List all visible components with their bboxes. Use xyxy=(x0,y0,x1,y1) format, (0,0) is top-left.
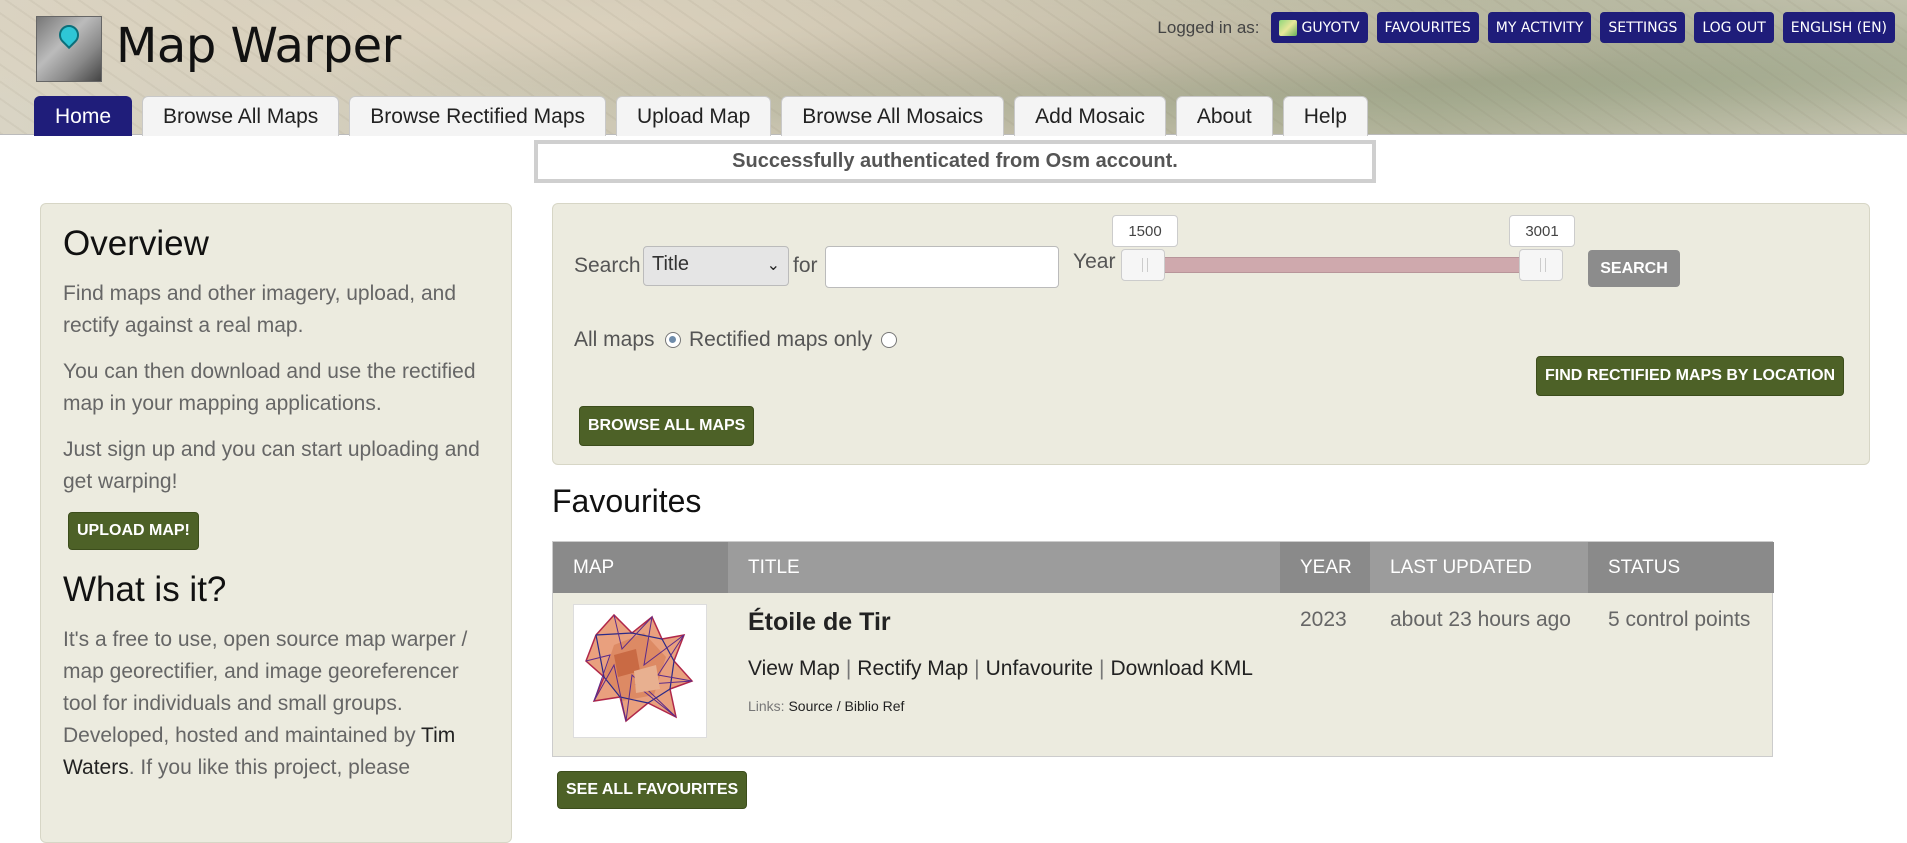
map-status: 5 control points xyxy=(1608,608,1751,631)
user-bar: Logged in as: GUYOTV FAVOURITES MY ACTIV… xyxy=(1157,12,1895,43)
column-header-status[interactable]: STATUS xyxy=(1588,542,1774,593)
tab-add-mosaic[interactable]: Add Mosaic xyxy=(1014,96,1166,136)
chevron-down-icon: ⌄ xyxy=(766,257,780,274)
map-thumbnail-image xyxy=(585,613,694,723)
year-label: Year xyxy=(1073,250,1116,273)
year-min-handle[interactable] xyxy=(1121,249,1165,281)
unfavourite-link[interactable]: Unfavourite xyxy=(986,657,1093,680)
column-header-title: TITLE xyxy=(728,542,1280,593)
language-button[interactable]: ENGLISH (EN) xyxy=(1782,12,1895,43)
column-header-map: MAP xyxy=(553,542,728,593)
search-field-select[interactable]: Title ⌄ xyxy=(643,246,789,286)
rectify-map-link[interactable]: Rectify Map xyxy=(857,657,968,680)
rectified-only-radio[interactable] xyxy=(881,332,897,348)
what-is-it-text-part: It's a free to use, open source map warp… xyxy=(63,628,468,747)
favourites-table: MAP TITLE YEAR LAST UPDATED STATUS Étoil… xyxy=(552,541,1774,757)
browse-all-maps-button[interactable]: BROWSE ALL MAPS xyxy=(579,406,755,446)
overview-text-2: You can then download and use the rectif… xyxy=(63,360,476,415)
year-max-handle[interactable] xyxy=(1519,249,1563,281)
site-title[interactable]: Map Warper xyxy=(116,18,401,74)
link-separator: | xyxy=(1099,657,1105,680)
search-panel: Search Title ⌄ for Year 1500 3001 SEARCH… xyxy=(552,203,1870,465)
select-value: Title xyxy=(652,253,690,275)
tab-upload-map[interactable]: Upload Map xyxy=(616,96,772,136)
find-by-location-button[interactable]: FIND RECTIFIED MAPS BY LOCATION xyxy=(1536,356,1845,396)
tab-browse-all-maps[interactable]: Browse All Maps xyxy=(142,96,340,136)
map-external-links: Links: Source / Biblio Ref xyxy=(748,698,904,714)
user-profile-button[interactable]: GUYOTV xyxy=(1270,12,1368,43)
site-header: Map Warper Logged in as: GUYOTV FAVOURIT… xyxy=(0,0,1907,136)
column-header-year[interactable]: YEAR xyxy=(1280,542,1370,593)
map-title-link[interactable]: Étoile de Tir xyxy=(748,608,891,637)
search-input[interactable] xyxy=(825,246,1059,288)
column-header-last-updated[interactable]: LAST UPDATED xyxy=(1370,542,1588,593)
favourites-heading: Favourites xyxy=(552,483,702,519)
search-button[interactable]: SEARCH xyxy=(1588,250,1680,287)
for-label: for xyxy=(793,254,818,277)
source-link[interactable]: Source / Biblio Ref xyxy=(788,698,904,714)
map-pin-icon xyxy=(54,20,84,50)
tab-home[interactable]: Home xyxy=(34,96,133,136)
flash-message: Successfully authenticated from Osm acco… xyxy=(534,140,1376,183)
overview-heading: Overview xyxy=(63,224,209,263)
see-all-favourites-button[interactable]: SEE ALL FAVOURITES xyxy=(557,771,748,809)
links-label: Links: xyxy=(748,698,785,714)
map-year: 2023 xyxy=(1300,608,1347,631)
year-min-value: 1500 xyxy=(1112,215,1178,247)
all-maps-label: All maps xyxy=(574,328,655,351)
settings-button[interactable]: SETTINGS xyxy=(1600,12,1686,43)
upload-map-button[interactable]: UPLOAD MAP! xyxy=(68,512,199,550)
year-max-value: 3001 xyxy=(1509,215,1575,247)
map-last-updated: about 23 hours ago xyxy=(1390,608,1571,631)
rectified-only-label: Rectified maps only xyxy=(689,328,873,351)
tab-browse-rectified-maps[interactable]: Browse Rectified Maps xyxy=(349,96,607,136)
tab-help[interactable]: Help xyxy=(1282,96,1368,136)
overview-text-1: Find maps and other imagery, upload, and… xyxy=(63,282,457,337)
map-action-links: View Map | Rectify Map | Unfavourite | Downloa… xyxy=(748,657,1253,681)
link-separator: | xyxy=(974,657,980,680)
map-icon xyxy=(1278,19,1297,36)
search-label: Search xyxy=(574,254,641,277)
my-activity-button[interactable]: MY ACTIVITY xyxy=(1487,12,1592,43)
all-maps-radio[interactable] xyxy=(665,332,681,348)
logged-in-label: Logged in as: xyxy=(1157,17,1260,37)
download-kml-link[interactable]: Download KML xyxy=(1111,657,1253,680)
view-map-link[interactable]: View Map xyxy=(748,657,840,680)
overview-sidebar: Overview Find maps and other imagery, up… xyxy=(40,203,512,843)
tab-browse-all-mosaics[interactable]: Browse All Mosaics xyxy=(781,96,1005,136)
what-is-it-text: It's a free to use, open source map warp… xyxy=(63,624,489,784)
what-is-it-text-end: . If you like this project, please xyxy=(128,756,411,779)
username: GUYOTV xyxy=(1301,19,1360,36)
overview-text-3: Just sign up and you can start uploading… xyxy=(63,438,480,493)
map-thumbnail[interactable] xyxy=(573,604,707,738)
favourites-button[interactable]: FAVOURITES xyxy=(1376,12,1479,43)
year-range-slider[interactable] xyxy=(1123,257,1523,273)
logout-button[interactable]: LOG OUT xyxy=(1694,12,1774,43)
tab-about[interactable]: About xyxy=(1175,96,1273,136)
main-nav: Home Browse All Maps Browse Rectified Ma… xyxy=(34,96,1368,136)
what-is-it-heading: What is it? xyxy=(63,570,227,609)
link-separator: | xyxy=(845,657,852,680)
site-logo[interactable] xyxy=(36,16,102,82)
